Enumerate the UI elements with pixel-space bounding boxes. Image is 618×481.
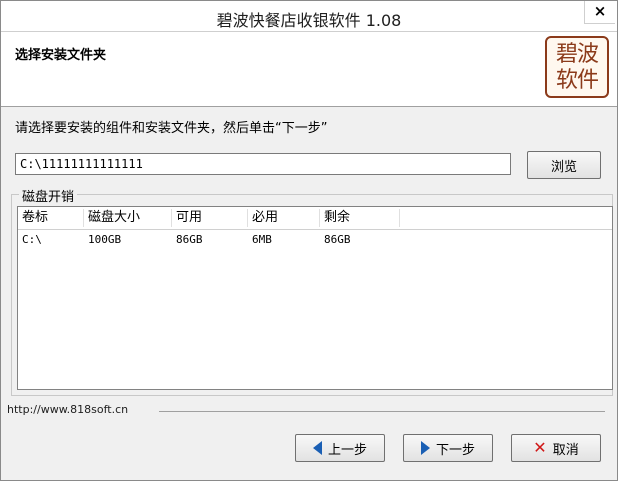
disk-list[interactable]: 卷标 磁盘大小 可用 必用 剩余 C:\ 100GB 86GB 6MB 86GB	[17, 206, 613, 390]
column-header-volume[interactable]: 卷标	[18, 209, 84, 227]
disk-usage-label: 磁盘开销	[19, 186, 78, 205]
close-icon: ×	[593, 2, 607, 20]
next-label: 下一步	[435, 442, 475, 458]
arrow-left-icon	[312, 441, 322, 455]
installer-window: 碧波快餐店收银软件 1.08 × 选择安装文件夹 碧波 软件 请选择要安装的组件…	[0, 0, 618, 481]
instruction-text: 请选择要安装的组件和安装文件夹，然后单击“下一步”	[15, 121, 328, 136]
page-title: 选择安装文件夹	[15, 48, 107, 63]
column-header-remaining[interactable]: 剩余	[320, 209, 400, 227]
footer-divider	[159, 411, 605, 412]
column-header-required[interactable]: 必用	[248, 209, 320, 227]
cancel-x-icon: ✕	[533, 438, 547, 457]
close-button[interactable]: ×	[584, 1, 615, 24]
column-header-size[interactable]: 磁盘大小	[84, 209, 172, 227]
browse-button[interactable]: 浏览	[527, 151, 601, 179]
logo-line-1: 碧波	[555, 42, 599, 67]
cell-required: 6MB	[252, 233, 272, 246]
cancel-button[interactable]: ✕ 取消	[511, 434, 601, 462]
next-button[interactable]: 下一步	[403, 434, 493, 462]
cancel-label: 取消	[552, 442, 579, 458]
cell-remaining: 86GB	[324, 233, 351, 246]
disk-list-header: 卷标 磁盘大小 可用 必用 剩余	[18, 207, 612, 230]
wizard-header: 选择安装文件夹 碧波 软件	[1, 32, 617, 107]
install-path-input[interactable]	[15, 153, 511, 175]
column-header-available[interactable]: 可用	[172, 209, 248, 227]
browse-label: 浏览	[550, 159, 577, 175]
website-url: http://www.818soft.cn	[7, 403, 129, 416]
brand-logo: 碧波 软件	[545, 36, 609, 98]
cell-volume: C:\	[22, 233, 42, 246]
previous-label: 上一步	[327, 442, 367, 458]
logo-line-2: 软件	[555, 68, 599, 93]
cell-available: 86GB	[176, 233, 203, 246]
window-title: 碧波快餐店收银软件 1.08	[216, 11, 402, 30]
previous-button[interactable]: 上一步	[295, 434, 385, 462]
cell-size: 100GB	[88, 233, 122, 246]
title-bar: 碧波快餐店收银软件 1.08 ×	[1, 1, 617, 32]
arrow-right-icon	[420, 441, 430, 455]
